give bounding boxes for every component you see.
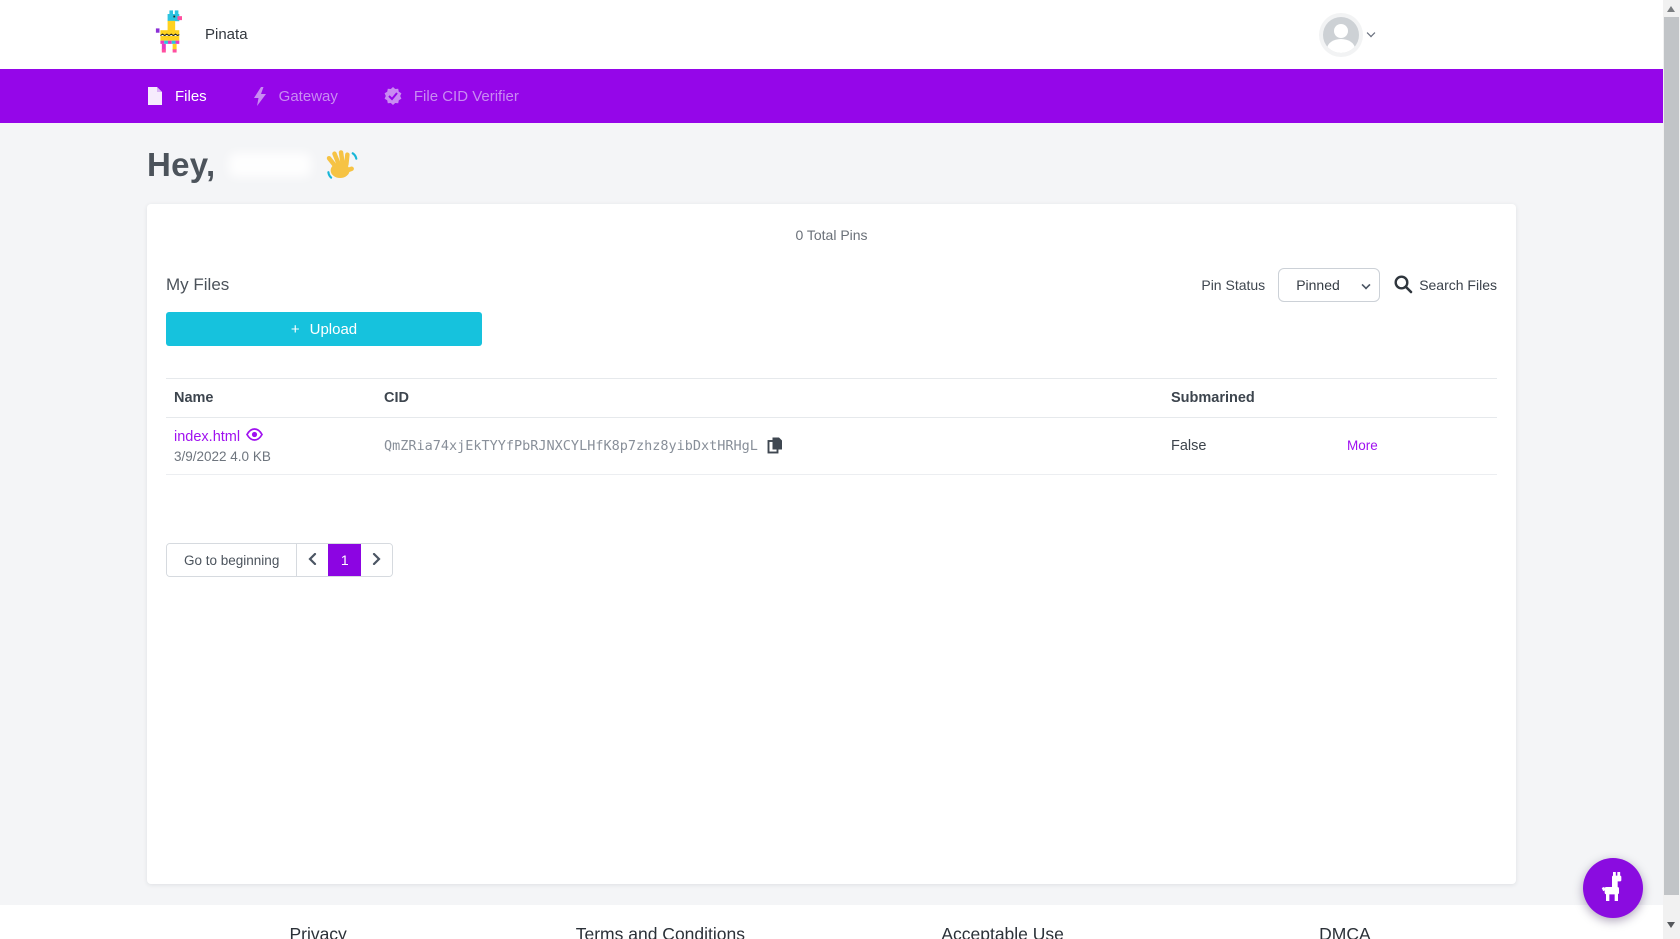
column-header-name: Name (166, 379, 376, 418)
chevron-down-icon (1367, 28, 1376, 37)
nav-item-gateway[interactable]: Gateway (253, 87, 338, 106)
files-toolbar: My Files Pin Status Pinned (166, 268, 1497, 302)
search-files-label: Search Files (1419, 277, 1497, 293)
scroll-up-arrow-icon[interactable] (1667, 6, 1675, 12)
nav-item-label: Gateway (279, 88, 338, 105)
search-files-button[interactable]: Search Files (1393, 274, 1497, 297)
next-page-button[interactable] (361, 544, 392, 576)
total-pins-count: 0 Total Pins (166, 227, 1497, 243)
pin-status-select-wrap: Pinned (1278, 268, 1380, 302)
greeting-text: Hey, (147, 146, 215, 184)
waving-hand-icon (323, 147, 359, 183)
go-to-beginning-button[interactable]: Go to beginning (167, 544, 297, 576)
search-icon (1393, 274, 1413, 297)
main-content: Hey, (0, 146, 1663, 884)
footer-link-acceptable-use[interactable]: Acceptable Use (941, 924, 1064, 939)
nav-item-label: File CID Verifier (414, 88, 519, 105)
nav-item-label: Files (175, 88, 207, 105)
panel-title: My Files (166, 275, 229, 295)
main-nav: Files Gateway File CID Verifier (0, 69, 1663, 123)
footer-link-terms[interactable]: Terms and Conditions (576, 924, 745, 939)
file-icon (147, 87, 163, 106)
brand[interactable]: Pinata (155, 10, 248, 59)
files-table: Name CID Submarined index.html (166, 378, 1497, 475)
app-header: Pinata (0, 0, 1663, 69)
table-row: index.html 3/9/2022 4.0 KB (166, 418, 1497, 475)
redacted-username (229, 153, 311, 177)
scroll-down-arrow-icon[interactable] (1667, 922, 1675, 928)
brand-name: Pinata (205, 26, 248, 43)
chevron-left-icon (308, 553, 317, 568)
submarined-value: False (1171, 438, 1206, 454)
pinata-fab-button[interactable] (1583, 858, 1643, 918)
file-meta: 3/9/2022 4.0 KB (174, 449, 368, 464)
upload-button-label: Upload (310, 321, 358, 338)
column-header-cid: CID (376, 379, 1163, 418)
app-footer: Privacy Terms and Conditions Acceptable … (0, 905, 1663, 939)
more-link[interactable]: More (1347, 438, 1378, 453)
llama-icon (1599, 872, 1627, 905)
column-header-submarined: Submarined (1163, 379, 1339, 418)
nav-item-files[interactable]: Files (147, 87, 207, 106)
plus-icon: + (291, 321, 300, 338)
lightning-icon (253, 87, 267, 106)
footer-link-privacy[interactable]: Privacy (289, 924, 346, 939)
copy-cid-button[interactable] (767, 436, 783, 457)
pin-status-label: Pin Status (1201, 277, 1265, 293)
eye-icon[interactable] (246, 428, 263, 446)
files-card: 0 Total Pins My Files Pin Status Pinned (147, 204, 1516, 884)
upload-button[interactable]: + Upload (166, 312, 482, 346)
file-cid: QmZRia74xjEkTYYfPbRJNXCYLHfK8p7zhz8yibDx… (384, 438, 758, 454)
footer-link-dmca[interactable]: DMCA (1319, 924, 1371, 939)
verified-icon (384, 87, 402, 105)
vertical-scrollbar[interactable] (1663, 0, 1680, 939)
chevron-right-icon (372, 553, 381, 568)
pagination: Go to beginning 1 (166, 543, 393, 577)
page-greeting: Hey, (147, 146, 1516, 184)
copy-icon (767, 436, 783, 457)
column-header-actions (1339, 379, 1497, 418)
current-page-indicator[interactable]: 1 (328, 544, 361, 576)
table-header-row: Name CID Submarined (166, 379, 1497, 418)
pinata-llama-logo-icon (155, 10, 191, 59)
nav-item-file-cid-verifier[interactable]: File CID Verifier (384, 87, 519, 105)
account-menu[interactable] (1323, 17, 1376, 53)
pin-status-select[interactable]: Pinned (1278, 268, 1380, 302)
page: Pinata Files (0, 0, 1680, 939)
previous-page-button[interactable] (297, 544, 328, 576)
scrollbar-thumb[interactable] (1664, 17, 1679, 895)
user-avatar[interactable] (1323, 17, 1359, 53)
file-name-link[interactable]: index.html (174, 429, 240, 445)
